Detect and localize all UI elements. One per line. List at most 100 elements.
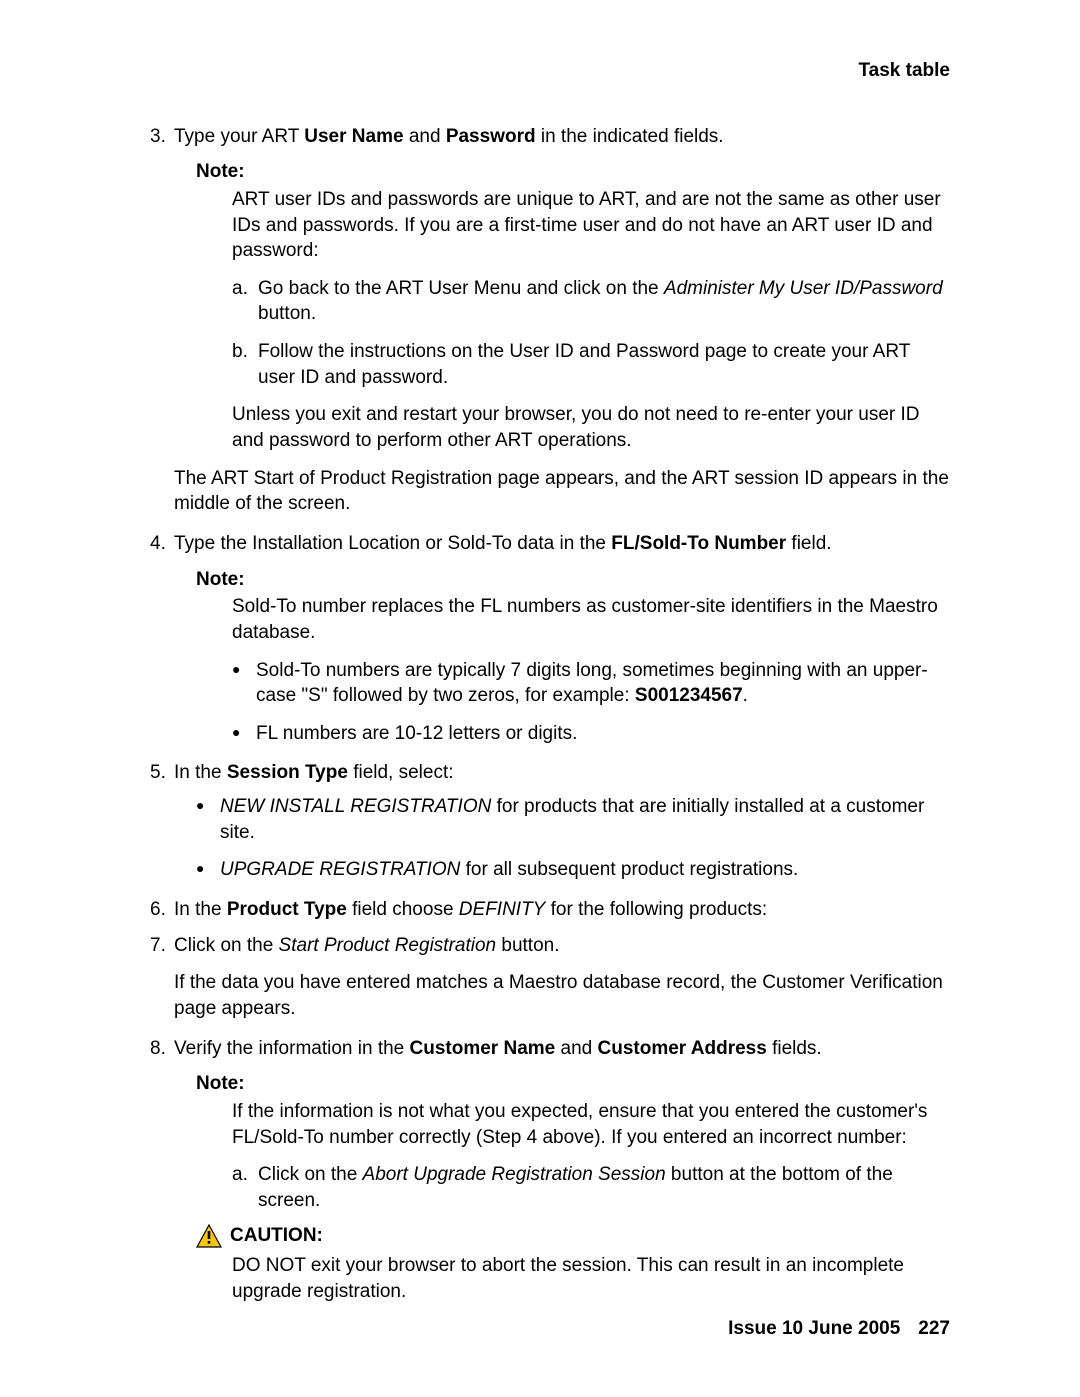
step-number: 3.: [150, 124, 174, 150]
step-text: Verify the information in the Customer N…: [174, 1036, 950, 1062]
step-number: 7.: [150, 933, 174, 959]
italic-text: DEFINITY: [459, 899, 546, 920]
note-label: Note:: [196, 1071, 950, 1097]
indent-block: ● NEW INSTALL REGISTRATION for products …: [196, 794, 950, 883]
text-run: and: [555, 1038, 597, 1059]
text-run: Type your ART: [174, 126, 304, 147]
bold-text: Product Type: [227, 899, 347, 920]
step-number: 5.: [150, 760, 174, 786]
bullet-text: FL numbers are 10-12 letters or digits.: [256, 721, 950, 747]
text-run: field.: [786, 533, 831, 554]
italic-text: Abort Upgrade Registration Session: [363, 1164, 666, 1185]
note-body: If the information is not what you expec…: [232, 1099, 950, 1150]
text-run: fields.: [767, 1038, 822, 1059]
text-run: Type the Installation Location or Sold-T…: [174, 533, 611, 554]
bold-text: Session Type: [227, 762, 348, 783]
caution-icon: [196, 1224, 230, 1248]
text-run: Click on the: [258, 1164, 363, 1185]
bold-text: FL/Sold-To Number: [611, 533, 786, 554]
step-text: Click on the Start Product Registration …: [174, 933, 950, 959]
text-run: for the following products:: [545, 899, 767, 920]
sub-letter: a.: [232, 276, 258, 327]
sub-item-a: a. Go back to the ART User Menu and clic…: [232, 276, 950, 327]
step-text: In the Product Type field choose DEFINIT…: [174, 897, 950, 923]
list-item: ● Sold-To numbers are typically 7 digits…: [232, 658, 950, 709]
footer-issue: Issue 10 June 2005: [728, 1318, 900, 1339]
caution-label: CAUTION:: [230, 1223, 323, 1249]
bold-text: User Name: [304, 126, 403, 147]
bold-text: S001234567: [635, 685, 743, 706]
italic-text: Administer My User ID/Password: [664, 278, 943, 299]
body-content: 3. Type your ART User Name and Password …: [130, 124, 950, 1305]
text-run: Click on the: [174, 935, 279, 956]
bullet-list: ● Sold-To numbers are typically 7 digits…: [232, 658, 950, 747]
sub-ordered-list: a. Go back to the ART User Menu and clic…: [232, 276, 950, 391]
text-run: Verify the information in the: [174, 1038, 410, 1059]
step-text: Type your ART User Name and Password in …: [174, 124, 950, 150]
step-text: Type the Installation Location or Sold-T…: [174, 531, 950, 557]
sub-ordered-list: a. Click on the Abort Upgrade Registrati…: [232, 1162, 950, 1213]
text-run: field choose: [347, 899, 459, 920]
text-run: In the: [174, 762, 227, 783]
bullet-dot-icon: ●: [196, 857, 220, 883]
step-7: 7. Click on the Start Product Registrati…: [150, 933, 950, 959]
step-text: In the Session Type field, select:: [174, 760, 950, 786]
list-item: ● NEW INSTALL REGISTRATION for products …: [196, 794, 950, 845]
sub-letter: b.: [232, 339, 258, 390]
sub-text: Click on the Abort Upgrade Registration …: [258, 1162, 950, 1213]
bold-text: Customer Address: [598, 1038, 767, 1059]
page-footer: Issue 10 June 2005 227: [728, 1316, 950, 1342]
note-body: Sold-To number replaces the FL numbers a…: [232, 594, 950, 645]
step-8: 8. Verify the information in the Custome…: [150, 1036, 950, 1062]
step-3-result: The ART Start of Product Registration pa…: [174, 466, 950, 517]
italic-text: Start Product Registration: [279, 935, 497, 956]
sub-text: Follow the instructions on the User ID a…: [258, 339, 950, 390]
footer-page-number: 227: [918, 1318, 950, 1339]
text-run: .: [743, 685, 748, 706]
step-7-result: If the data you have entered matches a M…: [174, 970, 950, 1021]
sub-letter: a.: [232, 1162, 258, 1213]
caution-header: CAUTION:: [196, 1223, 950, 1249]
text-run: Sold-To numbers are typically 7 digits l…: [256, 660, 928, 707]
note-block: Note: ART user IDs and passwords are uni…: [196, 159, 950, 453]
text-run: and: [404, 126, 446, 147]
step-3: 3. Type your ART User Name and Password …: [150, 124, 950, 150]
caution-block: CAUTION: DO NOT exit your browser to abo…: [196, 1223, 950, 1304]
step-4: 4. Type the Installation Location or Sol…: [150, 531, 950, 557]
sub-text: Go back to the ART User Menu and click o…: [258, 276, 950, 327]
italic-text: NEW INSTALL REGISTRATION: [220, 796, 491, 817]
bold-text: Password: [446, 126, 536, 147]
step-5: 5. In the Session Type field, select:: [150, 760, 950, 786]
bullet-dot-icon: ●: [196, 794, 220, 845]
text-run: button.: [496, 935, 559, 956]
note-block: Note: Sold-To number replaces the FL num…: [196, 567, 950, 747]
list-item: ● UPGRADE REGISTRATION for all subsequen…: [196, 857, 950, 883]
bullet-dot-icon: ●: [232, 721, 256, 747]
step-number: 4.: [150, 531, 174, 557]
document-page: Task table 3. Type your ART User Name an…: [0, 0, 1080, 1397]
note-block: Note: If the information is not what you…: [196, 1071, 950, 1213]
italic-text: UPGRADE REGISTRATION: [220, 859, 460, 880]
bullet-list: ● NEW INSTALL REGISTRATION for products …: [196, 794, 950, 883]
step-number: 8.: [150, 1036, 174, 1062]
sub-item-a: a. Click on the Abort Upgrade Registrati…: [232, 1162, 950, 1213]
step-6: 6. In the Product Type field choose DEFI…: [150, 897, 950, 923]
page-header-title: Task table: [130, 58, 950, 84]
text-run: button.: [258, 303, 316, 324]
step-number: 6.: [150, 897, 174, 923]
text-run: for all subsequent product registrations…: [460, 859, 798, 880]
note-body: ART user IDs and passwords are unique to…: [232, 187, 950, 264]
note-followup: Unless you exit and restart your browser…: [232, 402, 950, 453]
text-run: Go back to the ART User Menu and click o…: [258, 278, 664, 299]
text-run: in the indicated fields.: [536, 126, 724, 147]
text-run: field, select:: [348, 762, 454, 783]
bullet-text: NEW INSTALL REGISTRATION for products th…: [220, 794, 950, 845]
caution-body: DO NOT exit your browser to abort the se…: [232, 1253, 950, 1304]
sub-item-b: b. Follow the instructions on the User I…: [232, 339, 950, 390]
bold-text: Customer Name: [410, 1038, 556, 1059]
list-item: ● FL numbers are 10-12 letters or digits…: [232, 721, 950, 747]
bullet-text: Sold-To numbers are typically 7 digits l…: [256, 658, 950, 709]
text-run: In the: [174, 899, 227, 920]
note-label: Note:: [196, 159, 950, 185]
bullet-text: UPGRADE REGISTRATION for all subsequent …: [220, 857, 950, 883]
